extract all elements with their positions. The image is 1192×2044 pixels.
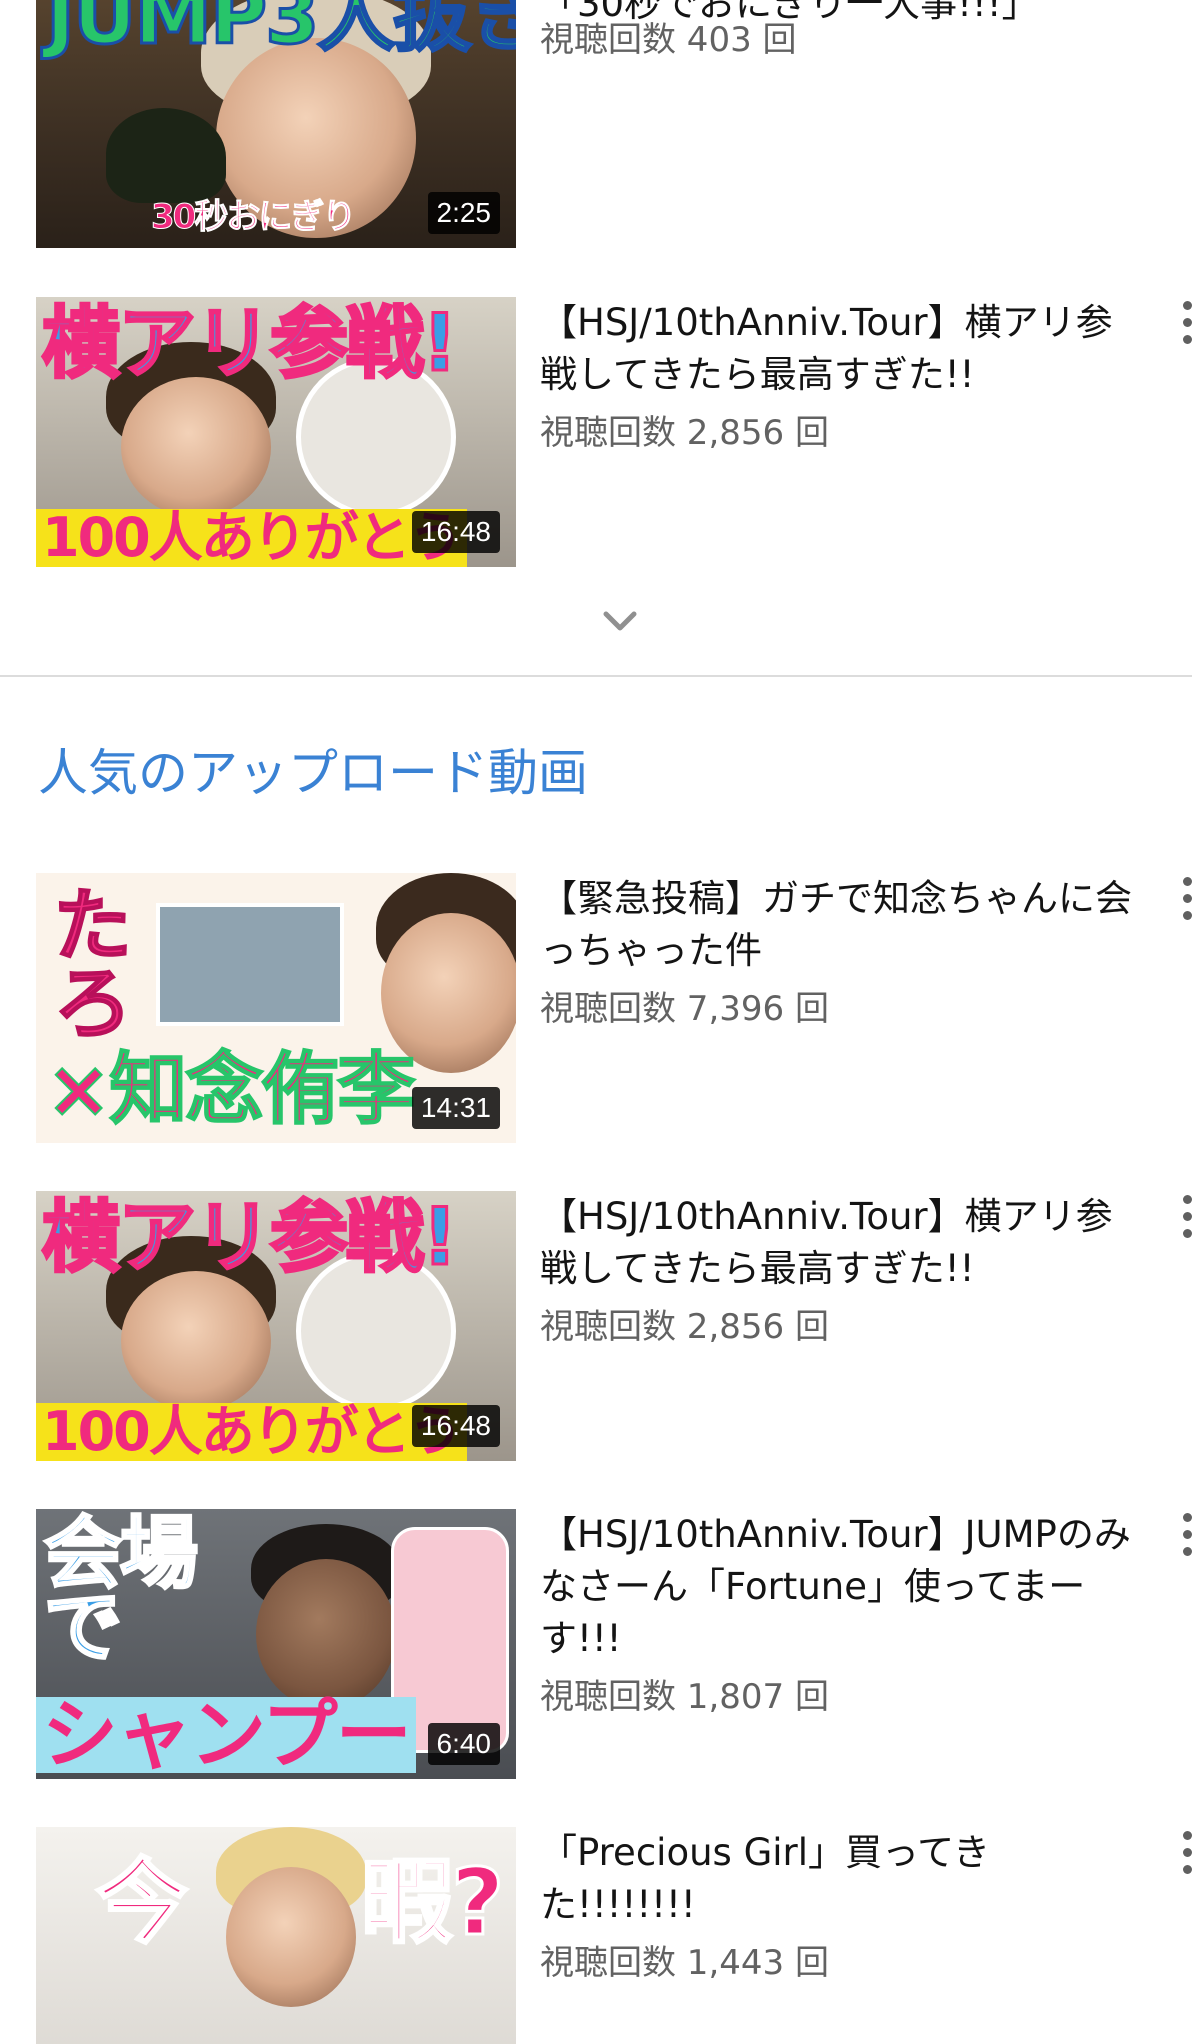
video-title[interactable]: 【HSJ/10thAnniv.Tour】JUMPのみなさーん「Fortune」使… <box>540 1509 1140 1665</box>
video-title[interactable]: 【HSJ/10thAnniv.Tour】横アリ参戦してきたら最高すぎた!! <box>540 297 1140 401</box>
thumbnail-caption: 横アリ参戦! <box>41 1193 460 1283</box>
more-options-icon[interactable] <box>1178 1195 1192 1255</box>
thumbnail-caption: 横アリ参戦! <box>41 299 460 389</box>
more-options-icon[interactable] <box>1178 301 1192 361</box>
thumbnail-face <box>256 1559 396 1709</box>
video-thumbnail[interactable]: 横アリ参戦! 100人ありがとう 16:48 <box>36 297 516 567</box>
more-options-icon[interactable] <box>1178 1831 1192 1891</box>
video-thumbnail[interactable]: 今 暇? <box>36 1827 516 2044</box>
video-duration: 14:31 <box>411 1087 500 1129</box>
section-divider <box>0 675 1192 677</box>
video-row[interactable]: 横アリ参戦! 100人ありがとう 16:48 【HSJ/10thAnniv.To… <box>0 1191 1192 1461</box>
thumbnail-subcaption: 100人ありがとう <box>36 509 467 567</box>
section-title: 人気のアップロード動画 <box>38 744 588 802</box>
video-view-count: 視聴回数 403 回 <box>540 20 797 60</box>
video-row[interactable]: 今 暇? 「Precious Girl」買ってきた!!!!!!!! 視聴回数 1… <box>0 1827 1192 2044</box>
expand-list-button[interactable] <box>596 604 644 640</box>
thumbnail-caption: JUMP3人抜き <box>44 0 516 62</box>
video-view-count: 視聴回数 1,807 回 <box>540 1677 829 1717</box>
video-title[interactable]: 【緊急投稿】ガチで知念ちゃんに会っちゃった件 <box>540 873 1140 977</box>
video-row[interactable]: JUMP3人抜き 30秒おにぎり 2:25 「30秒でおにぎり一大事!!!」 視… <box>0 0 1192 248</box>
video-title[interactable]: 「Precious Girl」買ってきた!!!!!!!! <box>540 1827 1140 1931</box>
thumbnail-caption: 会場で <box>43 1509 200 1674</box>
more-options-icon[interactable] <box>1178 1513 1192 1573</box>
video-duration: 6:40 <box>427 1723 500 1765</box>
video-thumbnail[interactable]: 会場で シャンプー 6:40 <box>36 1509 516 1779</box>
thumbnail-subcaption: 100人ありがとう <box>36 1403 467 1461</box>
video-title[interactable]: 【HSJ/10thAnniv.Tour】横アリ参戦してきたら最高すぎた!! <box>540 1191 1140 1295</box>
video-duration: 2:25 <box>427 192 500 234</box>
video-thumbnail[interactable]: JUMP3人抜き 30秒おにぎり 2:25 <box>36 0 516 248</box>
chevron-down-icon <box>603 611 637 631</box>
video-thumbnail[interactable]: たろ ×知念侑李 14:31 <box>36 873 516 1143</box>
thumbnail-caption: たろ <box>39 882 134 1040</box>
thumbnail-subcaption: ×知念侑李 <box>45 1045 416 1135</box>
video-duration: 16:48 <box>411 511 500 553</box>
video-row[interactable]: たろ ×知念侑李 14:31 【緊急投稿】ガチで知念ちゃんに会っちゃった件 視聴… <box>0 873 1192 1143</box>
video-view-count: 視聴回数 2,856 回 <box>540 413 829 453</box>
thumbnail-caption: 今 <box>94 1849 189 1956</box>
thumbnail-subcaption: 30秒おにぎり <box>150 197 356 237</box>
more-options-icon[interactable] <box>1178 877 1192 937</box>
thumbnail-subcaption: シャンプー <box>36 1697 416 1773</box>
thumbnail-face <box>226 1867 356 2007</box>
video-row[interactable]: 横アリ参戦! 100人ありがとう 16:48 【HSJ/10thAnniv.To… <box>0 297 1192 567</box>
video-view-count: 視聴回数 2,856 回 <box>540 1307 829 1347</box>
thumbnail-face <box>121 377 271 517</box>
video-view-count: 視聴回数 1,443 回 <box>540 1943 829 1983</box>
video-row[interactable]: 会場で シャンプー 6:40 【HSJ/10thAnniv.Tour】JUMPの… <box>0 1509 1192 1779</box>
thumbnail-onigiri <box>106 108 226 203</box>
video-thumbnail[interactable]: 横アリ参戦! 100人ありがとう 16:48 <box>36 1191 516 1461</box>
thumbnail-subcaption: 暇? <box>359 1849 505 1956</box>
thumbnail-face <box>121 1271 271 1411</box>
video-view-count: 視聴回数 7,396 回 <box>540 989 829 1029</box>
video-duration: 16:48 <box>411 1405 500 1447</box>
thumbnail-inset-photo <box>156 903 344 1026</box>
